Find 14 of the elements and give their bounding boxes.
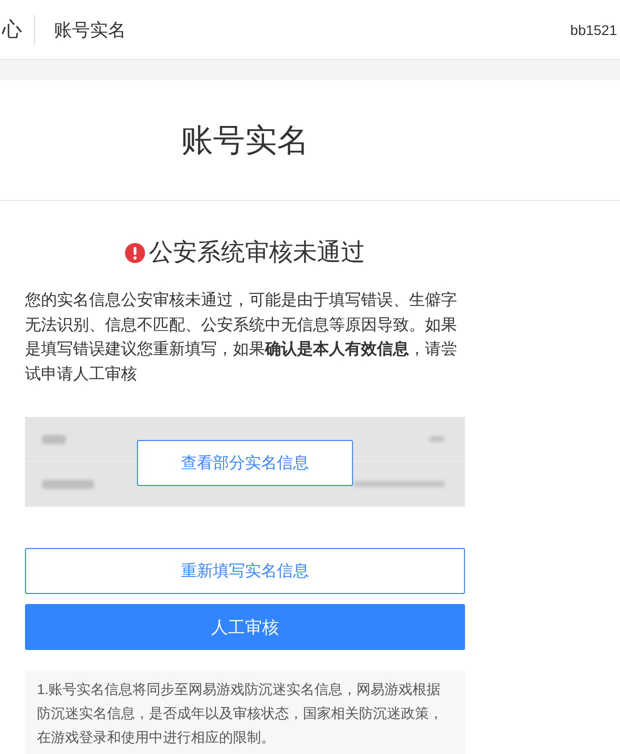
note-text: 1.账号实名信息将同步至网易游戏防沉迷实名信息，网易游戏根据防沉迷实名信息，是否成年以及审核状态，国家相关防沉迷政策，在游戏登录和使用中进行相应的限制。 <box>37 680 444 747</box>
status-title: 公安系统审核未通过 <box>149 238 365 268</box>
status-message: 您的实名信息公安审核未通过，可能是由于填写错误、生僻字无法识别、信息不匹配、公安系统中无信息等原因导致。如果是填写错误建议您重新填写，如果确认是本人有效信息，请尝试申请人工审核 <box>25 290 458 384</box>
blurred-value-bar <box>429 436 445 442</box>
blurred-label-bar <box>42 434 66 444</box>
blurred-label-bar <box>42 480 94 488</box>
page-title: 账号实名 <box>180 121 310 160</box>
brand-text: 心 <box>2 18 22 43</box>
header-title: 账号实名 <box>54 18 126 42</box>
error-icon <box>125 243 145 263</box>
refill-button[interactable]: 重新填写实名信息 <box>25 548 465 594</box>
view-info-button[interactable]: 查看部分实名信息 <box>137 440 353 486</box>
manual-review-button[interactable]: 人工审核 <box>25 604 465 650</box>
username-link[interactable]: bb1521 <box>570 22 617 38</box>
